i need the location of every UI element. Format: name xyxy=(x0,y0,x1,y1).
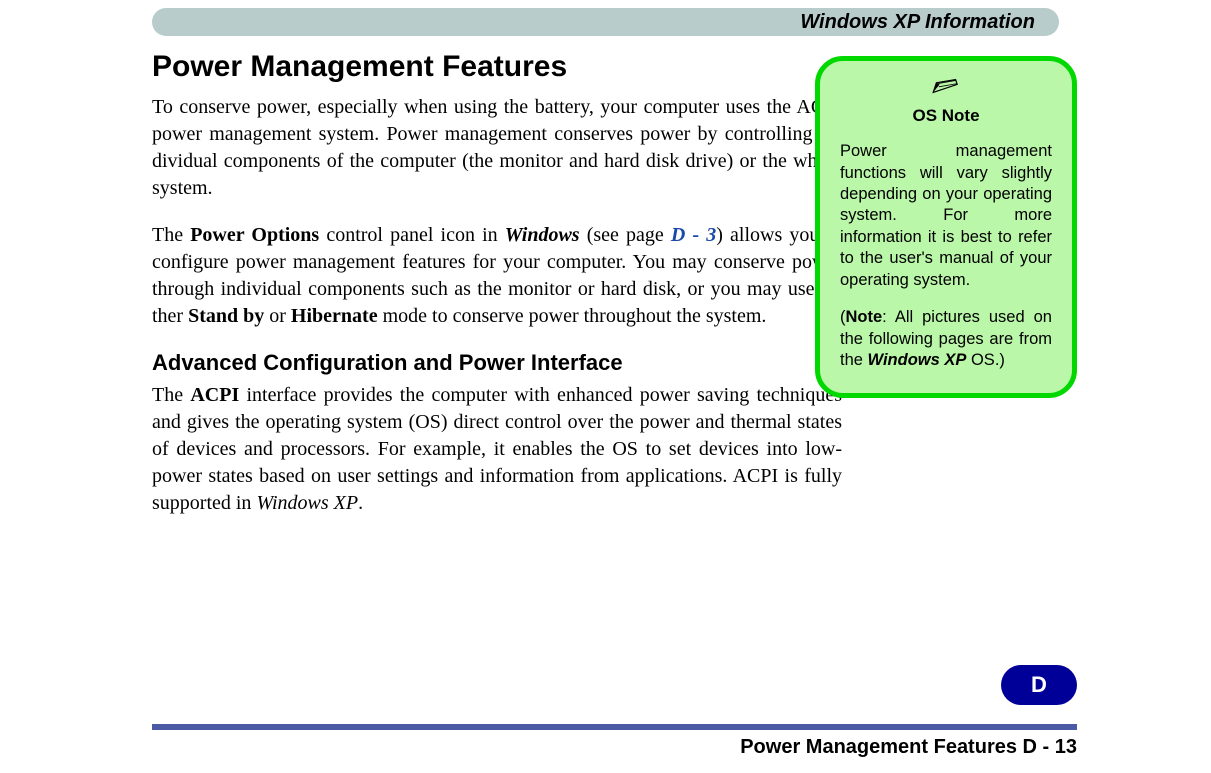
page-heading: Power Management Features xyxy=(152,50,842,84)
windows-xp-label: Windows XP xyxy=(256,492,358,514)
text: The xyxy=(152,224,190,246)
note-title: OS Note xyxy=(840,105,1052,127)
text: (see page xyxy=(580,224,671,246)
header-title: Windows XP Information xyxy=(800,11,1035,34)
main-content: Power Management Features To conserve po… xyxy=(152,50,842,517)
paragraph-2: The Power Options control panel icon in … xyxy=(152,222,842,330)
text: control panel icon in xyxy=(319,224,505,246)
footer-rule xyxy=(152,724,1077,730)
text: or xyxy=(264,305,291,327)
page-ref-link[interactable]: D - 3 xyxy=(671,224,716,246)
text: mode to conserve power throughout the sy… xyxy=(378,305,767,327)
hibernate-label: Hibernate xyxy=(291,305,378,327)
windows-xp-label: Windows XP xyxy=(868,351,967,369)
windows-label: Windows xyxy=(505,224,580,246)
footer-text: Power Management Features D - 13 xyxy=(740,736,1077,759)
section-tab-label: D xyxy=(1031,672,1047,698)
note-label: Note xyxy=(846,308,883,326)
paragraph-1: To conserve power, especially when using… xyxy=(152,94,842,202)
os-note-box: OS Note Power management functions will … xyxy=(815,56,1077,398)
text: . xyxy=(358,492,363,514)
standby-label: Stand by xyxy=(188,305,264,327)
pencil-icon xyxy=(840,75,1052,101)
text: The xyxy=(152,384,190,406)
section-heading: Advanced Configuration and Power Interfa… xyxy=(152,350,842,376)
text: OS.) xyxy=(966,351,1005,369)
note-body-1: Power management functions will vary sli… xyxy=(840,141,1052,291)
header-bar: Windows XP Information xyxy=(152,8,1059,36)
paragraph-3: The ACPI interface provides the computer… xyxy=(152,382,842,517)
acpi-label: ACPI xyxy=(190,384,239,406)
section-tab: D xyxy=(1001,665,1077,705)
note-body-2: (Note: All pictures used on the followin… xyxy=(840,307,1052,371)
power-options-label: Power Options xyxy=(190,224,319,246)
